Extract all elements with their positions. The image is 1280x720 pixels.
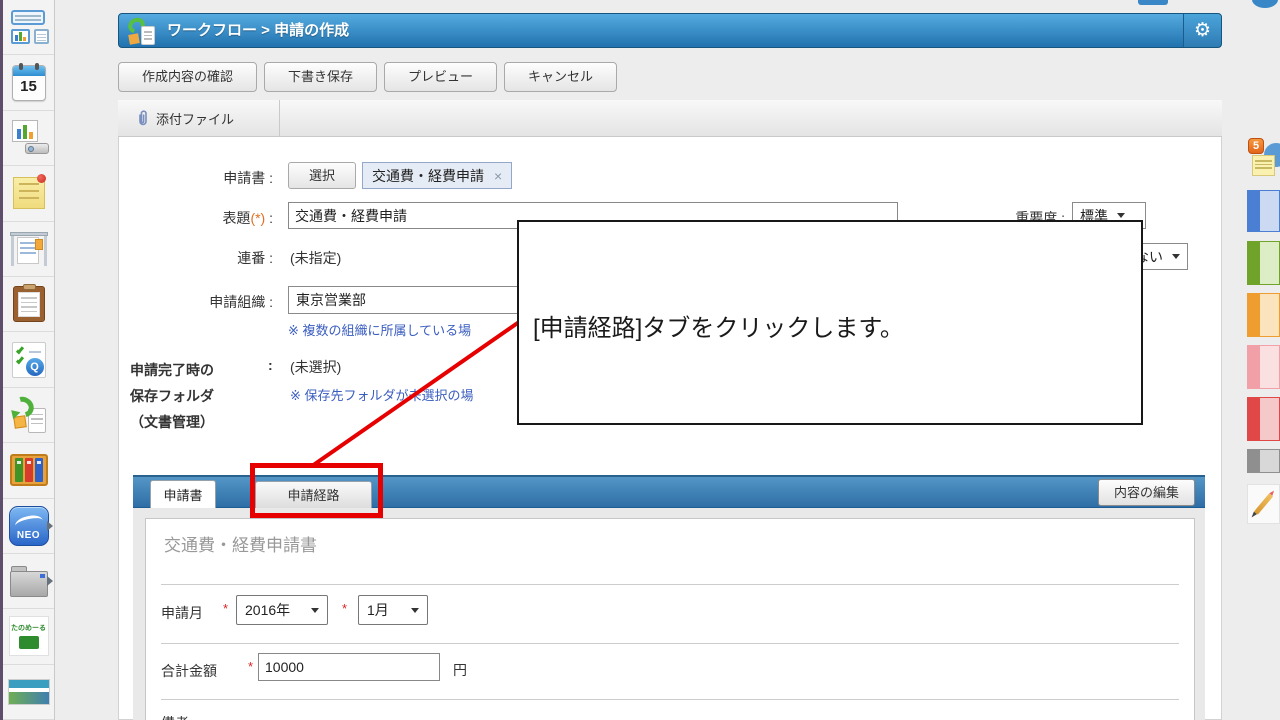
title-label: 表題(*) :: [222, 210, 273, 226]
bulletin-board-icon: [9, 231, 48, 266]
application-form-content: 交通費・経費申請書 申請月 * 2016年 * 1月 合計金額 * 円 備考: [145, 518, 1195, 720]
expand-arrow-icon[interactable]: [47, 520, 53, 531]
select-form-button[interactable]: 選択: [288, 162, 356, 189]
tanomeru-label: たのめーる: [11, 625, 46, 633]
month-label: 申請月: [161, 605, 203, 621]
amount-input[interactable]: [258, 653, 440, 681]
attachment-label: 添付ファイル: [156, 111, 235, 127]
workflow-icon: [7, 392, 48, 433]
sidebar-item-folder[interactable]: [3, 554, 54, 610]
form-content-heading: 交通費・経費申請書: [164, 536, 317, 555]
settings-gear-button[interactable]: ⚙: [1183, 14, 1221, 47]
chevron-down-icon: [311, 607, 319, 613]
sticky-note-icon: [12, 174, 46, 210]
tanomeru-icon: たのめーる: [8, 616, 49, 657]
sidebar-item-neo[interactable]: NEO: [3, 499, 54, 554]
edit-content-button[interactable]: 内容の編集: [1097, 479, 1195, 506]
app-sidebar: 15 Q NEO たのめーる: [0, 0, 55, 720]
application-form-label: 申請書 :: [223, 170, 273, 186]
portal-icon: [9, 10, 49, 45]
top-cutoff-fragment: [1252, 0, 1278, 8]
color-tab-gray[interactable]: [1247, 449, 1280, 473]
task-check-icon: Q: [11, 341, 46, 378]
memo-note-icon: [1252, 155, 1275, 176]
required-asterisk: *: [342, 601, 348, 616]
cancel-button[interactable]: キャンセル: [504, 62, 618, 92]
selected-form-chip: 交通費・経費申請 ×: [362, 162, 513, 189]
sidebar-item-presentation[interactable]: [3, 111, 54, 167]
tab-application-form[interactable]: 申請書: [150, 480, 216, 510]
remarks-label: 備考: [161, 713, 189, 720]
count-badge: 5: [1248, 138, 1264, 154]
expand-arrow-icon[interactable]: [47, 576, 53, 587]
workflow-create-page: 15 Q NEO たのめーる ワークフロー > 申請の作成 ⚙ 作成内容の確認 …: [0, 0, 1280, 720]
selected-form-name: 交通費・経費申請: [372, 167, 484, 184]
banner-image: [7, 678, 50, 705]
required-asterisk: *: [248, 659, 254, 674]
calendar-icon: 15: [11, 62, 46, 101]
top-cutoff-fragment: [1138, 0, 1168, 5]
annotation-red-rectangle: [250, 463, 383, 518]
workflow-app-icon: [125, 14, 156, 45]
required-asterisk: *: [223, 601, 229, 616]
notification-note-icon[interactable]: 5: [1248, 138, 1280, 178]
gear-icon: ⚙: [1193, 20, 1212, 41]
color-tab-red[interactable]: [1247, 397, 1280, 441]
sidebar-item-clipboard[interactable]: [3, 277, 54, 333]
q-logo: Q: [25, 357, 44, 376]
paperclip-icon: [139, 109, 147, 125]
sidebar-item-bulletin[interactable]: [3, 222, 54, 277]
save-folder-value: (未選択): [290, 359, 342, 375]
sidebar-item-memo[interactable]: [3, 166, 54, 222]
organization-select[interactable]: 東京営業部: [288, 286, 548, 314]
neo-app-icon: NEO: [8, 505, 49, 546]
clipboard-icon: [12, 284, 45, 323]
sidebar-item-workflow[interactable]: [3, 388, 54, 444]
chevron-down-icon: [411, 607, 419, 613]
serial-value: (未指定): [290, 250, 342, 266]
attachment-bar: 添付ファイル: [118, 100, 1222, 137]
required-mark: (*): [250, 210, 266, 226]
save-folder-colon: :: [268, 357, 273, 373]
pencil-icon: [1253, 493, 1274, 515]
preview-button[interactable]: プレビュー: [384, 62, 498, 92]
color-tab-blue[interactable]: [1247, 190, 1280, 232]
year-select[interactable]: 2016年: [236, 595, 328, 625]
sidebar-item-tanomeru[interactable]: たのめーる: [3, 609, 54, 665]
month-select[interactable]: 1月: [358, 595, 428, 625]
callout-text: [申請経路]タブをクリックします。: [533, 315, 904, 342]
folder-icon: [9, 566, 48, 598]
neo-label: NEO: [16, 529, 41, 541]
save-draft-button[interactable]: 下書き保存: [264, 62, 378, 92]
confirm-content-button[interactable]: 作成内容の確認: [118, 62, 258, 92]
color-tab-green[interactable]: [1247, 241, 1280, 285]
save-folder-note: ※ 保存先フォルダが未選択の場: [290, 388, 474, 403]
attachment-tab[interactable]: 添付ファイル: [118, 100, 280, 136]
binders-icon: [9, 454, 48, 487]
sidebar-item-portal[interactable]: [3, 0, 54, 56]
organization-label: 申請組織 :: [209, 294, 273, 310]
calendar-day-number: 15: [20, 77, 37, 95]
pencil-edit-button[interactable]: [1247, 484, 1280, 524]
chevron-down-icon: [1117, 213, 1125, 218]
color-tab-pink[interactable]: [1247, 345, 1280, 389]
serial-label: 連番 :: [237, 250, 273, 266]
action-toolbar: 作成内容の確認 下書き保存 プレビュー キャンセル: [118, 62, 618, 92]
organization-note: ※ 複数の組織に所属している場: [288, 323, 472, 338]
projector-icon: [9, 119, 49, 156]
remove-tag-icon[interactable]: ×: [494, 168, 502, 184]
color-tab-orange[interactable]: [1247, 293, 1280, 337]
amount-label: 合計金額: [161, 663, 217, 679]
app-header: ワークフロー > 申請の作成 ⚙: [118, 13, 1222, 48]
tutorial-callout: [申請経路]タブをクリックします。: [517, 220, 1143, 425]
save-folder-label: 申請完了時の 保存フォルダ （文書管理）: [130, 362, 214, 430]
sidebar-item-calendar[interactable]: 15: [3, 55, 54, 111]
sidebar-item-todo[interactable]: Q: [3, 332, 54, 388]
chevron-down-icon: [1172, 254, 1180, 259]
sidebar-item-banner[interactable]: [3, 665, 54, 720]
page-title: ワークフロー > 申請の作成: [167, 22, 350, 39]
amount-unit: 円: [453, 662, 467, 678]
sidebar-item-library[interactable]: [3, 443, 54, 499]
